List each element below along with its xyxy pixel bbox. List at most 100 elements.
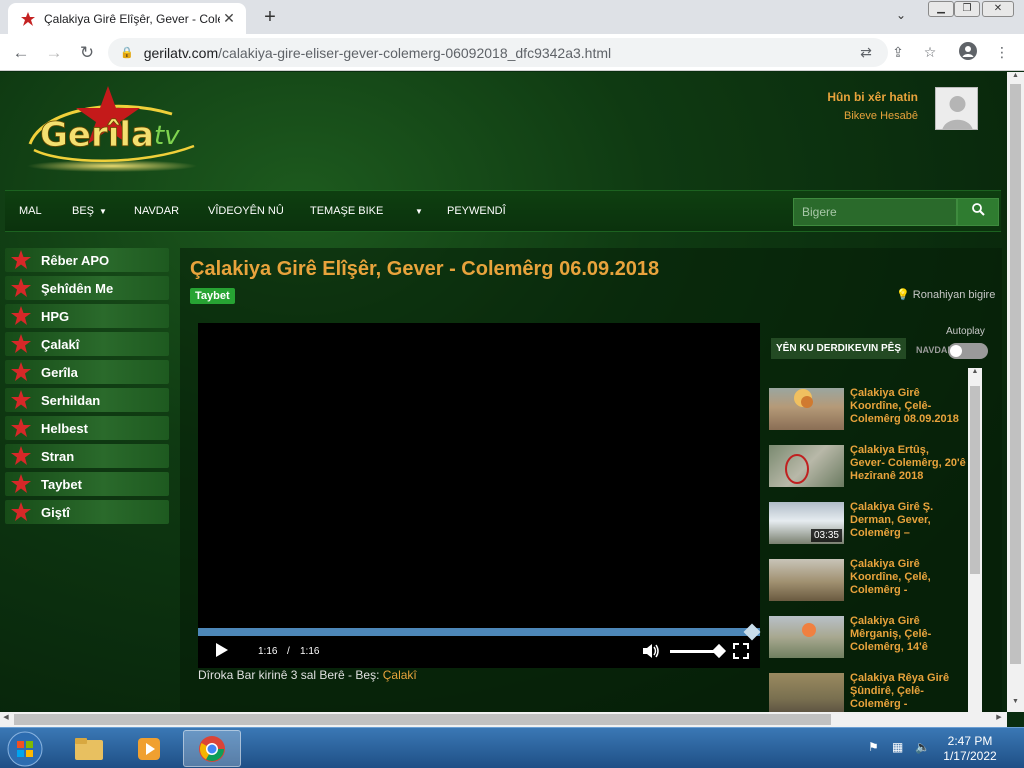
taskbar-explorer[interactable]	[60, 730, 118, 767]
volume-handle[interactable]	[711, 643, 727, 659]
caption-category-link[interactable]: Çalakî	[383, 668, 417, 682]
caret-down-icon: ▼	[99, 207, 107, 216]
current-time: 1:16	[258, 646, 278, 657]
favicon-icon	[20, 11, 36, 27]
back-button[interactable]: ←	[9, 41, 33, 65]
search-input[interactable]: Bigere	[793, 198, 957, 226]
progress-handle[interactable]	[743, 623, 761, 641]
sidebar-item-gerila[interactable]: Gerîla	[5, 360, 169, 384]
system-clock[interactable]: 2:47 PM 1/17/2022	[930, 734, 1010, 764]
video-thumbnail[interactable]	[769, 559, 844, 601]
sidebar-item-hpg[interactable]: HPG	[5, 304, 169, 328]
lights-off-toggle[interactable]: 💡 Ronahiyan bigire	[896, 288, 995, 301]
search-button[interactable]	[957, 198, 999, 226]
related-video-title[interactable]: Çalakiya Girê Mêrganiş, Çelê-Colemêrg, 1…	[850, 615, 966, 654]
fullscreen-icon[interactable]	[733, 643, 749, 662]
scroll-up-icon[interactable]: ▲	[968, 368, 982, 380]
time-separator: /	[287, 646, 290, 657]
profile-icon[interactable]	[958, 42, 978, 62]
login-link[interactable]: Bikeve Hesabê	[810, 110, 918, 122]
list-item[interactable]: Çalakiya Girê Koordîne, Çelê-Colemêrg 08…	[768, 380, 968, 437]
list-item[interactable]: Çalakiya Girê Koordîne, Çelê, Colemêrg -	[768, 551, 968, 608]
volume-slider[interactable]	[670, 643, 727, 659]
reload-button[interactable]: ↻	[75, 41, 99, 65]
avatar[interactable]	[935, 87, 978, 130]
new-tab-button[interactable]: +	[258, 6, 282, 30]
address-bar[interactable]: 🔒 gerilatv.com/calakiya-gire-eliser-geve…	[108, 38, 888, 67]
video-thumbnail[interactable]	[769, 445, 844, 487]
list-item[interactable]: Çalakiya Girê Mêrganiş, Çelê-Colemêrg, 1…	[768, 608, 968, 665]
autoplay-toggle[interactable]	[948, 343, 988, 359]
taskbar: ⚑ ▦ 🔈 2:47 PM 1/17/2022	[0, 727, 1024, 768]
action-center-icon[interactable]: ⚑	[868, 740, 879, 754]
category-badge[interactable]: Taybet	[190, 288, 235, 304]
taskbar-chrome[interactable]	[183, 730, 241, 767]
scroll-left-icon[interactable]: ◀	[0, 713, 12, 721]
scroll-down-icon[interactable]: ▼	[1007, 698, 1024, 710]
restore-button[interactable]: ❐	[954, 1, 980, 17]
video-thumbnail[interactable]: 03:35	[769, 502, 844, 544]
related-scroll-thumb[interactable]	[970, 386, 980, 574]
play-icon[interactable]	[216, 643, 228, 660]
translate-icon[interactable]: ⇄	[856, 42, 876, 62]
page-horizontal-scrollbar[interactable]: ◀ ▶	[0, 712, 1007, 727]
nav-new-videos[interactable]: VÎDEOYÊN NÛ	[208, 205, 284, 217]
site-logo[interactable]: Gerîla tv	[22, 86, 202, 178]
minimize-button[interactable]: ▁	[928, 1, 954, 17]
video-thumbnail[interactable]	[769, 673, 844, 712]
related-scrollbar[interactable]: ▲	[968, 368, 982, 712]
related-video-title[interactable]: Çalakiya Rêya Girê Şûndirê, Çelê-Colemêr…	[850, 672, 966, 711]
tab-search-icon[interactable]: ⌄	[896, 8, 906, 22]
taskbar-media-player[interactable]	[120, 730, 178, 767]
search-icon	[971, 203, 985, 216]
nav-contact[interactable]: PEYWENDÎ	[447, 205, 506, 217]
related-video-title[interactable]: Çalakiya Girê Koordîne, Çelê, Colemêrg -	[850, 558, 966, 597]
browser-tab[interactable]: Çalakiya Girê Elîşêr, Gever - Cole ✕	[8, 3, 246, 34]
sidebar-item-special[interactable]: Taybet	[5, 472, 169, 496]
close-tab-icon[interactable]: ✕	[220, 10, 238, 27]
video-player[interactable]: 1:16 / 1:16	[198, 323, 761, 668]
related-video-title[interactable]: Çalakiya Ertûş, Gever- Colemêrg, 20'ê He…	[850, 444, 966, 483]
sidebar-item-actions[interactable]: Çalakî	[5, 332, 169, 356]
start-button[interactable]	[2, 730, 48, 768]
sidebar-item-serhildan[interactable]: Serhildan	[5, 388, 169, 412]
sidebar-item-martyrs[interactable]: Şehîdên Me	[5, 276, 169, 300]
list-item[interactable]: Çalakiya Ertûş, Gever- Colemêrg, 20'ê He…	[768, 437, 968, 494]
network-icon[interactable]: ▦	[892, 740, 903, 754]
list-item[interactable]: Çalakiya Rêya Girê Şûndirê, Çelê-Colemêr…	[768, 665, 968, 712]
related-video-title[interactable]: Çalakiya Girê Koordîne, Çelê-Colemêrg 08…	[850, 387, 966, 426]
related-video-title[interactable]: Çalakiya Girê Ş. Derman, Gever, Colemêrg…	[850, 501, 966, 540]
video-duration-badge: 03:35	[810, 529, 842, 542]
sidebar-item-label: Helbest	[41, 420, 88, 436]
star-icon	[11, 306, 31, 325]
scroll-up-icon[interactable]: ▲	[1007, 72, 1024, 84]
video-thumbnail[interactable]	[769, 388, 844, 430]
media-player-icon	[138, 737, 160, 760]
list-item[interactable]: 03:35 Çalakiya Girê Ş. Derman, Gever, Co…	[768, 494, 968, 551]
browser-menu-icon[interactable]: ⋮	[992, 42, 1012, 62]
video-progress-bar[interactable]	[198, 623, 761, 641]
nav-sections[interactable]: BEŞ ▼	[72, 205, 107, 217]
share-icon[interactable]: ⇪	[888, 42, 908, 62]
sidebar-item-poetry[interactable]: Helbest	[5, 416, 169, 440]
volume-tray-icon[interactable]: 🔈	[915, 740, 930, 754]
nav-watch[interactable]: TEMAŞE BIKE	[310, 205, 383, 217]
bookmark-star-icon[interactable]: ☆	[920, 42, 940, 62]
sidebar-item-general[interactable]: Giştî	[5, 500, 169, 524]
nav-home[interactable]: MAL	[19, 205, 42, 217]
horizontal-scroll-thumb[interactable]	[14, 714, 831, 725]
star-icon	[11, 278, 31, 297]
nav-sections-label: BEŞ	[72, 205, 95, 217]
forward-button[interactable]: →	[42, 41, 66, 65]
volume-icon[interactable]	[643, 643, 661, 662]
nav-popular[interactable]: NAVDAR	[134, 205, 179, 217]
page-vertical-scrollbar[interactable]: ▲ ▼	[1007, 72, 1024, 712]
close-window-button[interactable]: ✕	[982, 1, 1014, 17]
sidebar-item-songs[interactable]: Stran	[5, 444, 169, 468]
video-thumbnail[interactable]	[769, 616, 844, 658]
nav-more-dropdown[interactable]: ▼	[410, 205, 423, 217]
scroll-right-icon[interactable]: ▶	[993, 713, 1005, 721]
clock-time: 2:47 PM	[947, 734, 993, 748]
sidebar-item-leader[interactable]: Rêber APO	[5, 248, 169, 272]
page-scroll-thumb[interactable]	[1010, 84, 1021, 664]
